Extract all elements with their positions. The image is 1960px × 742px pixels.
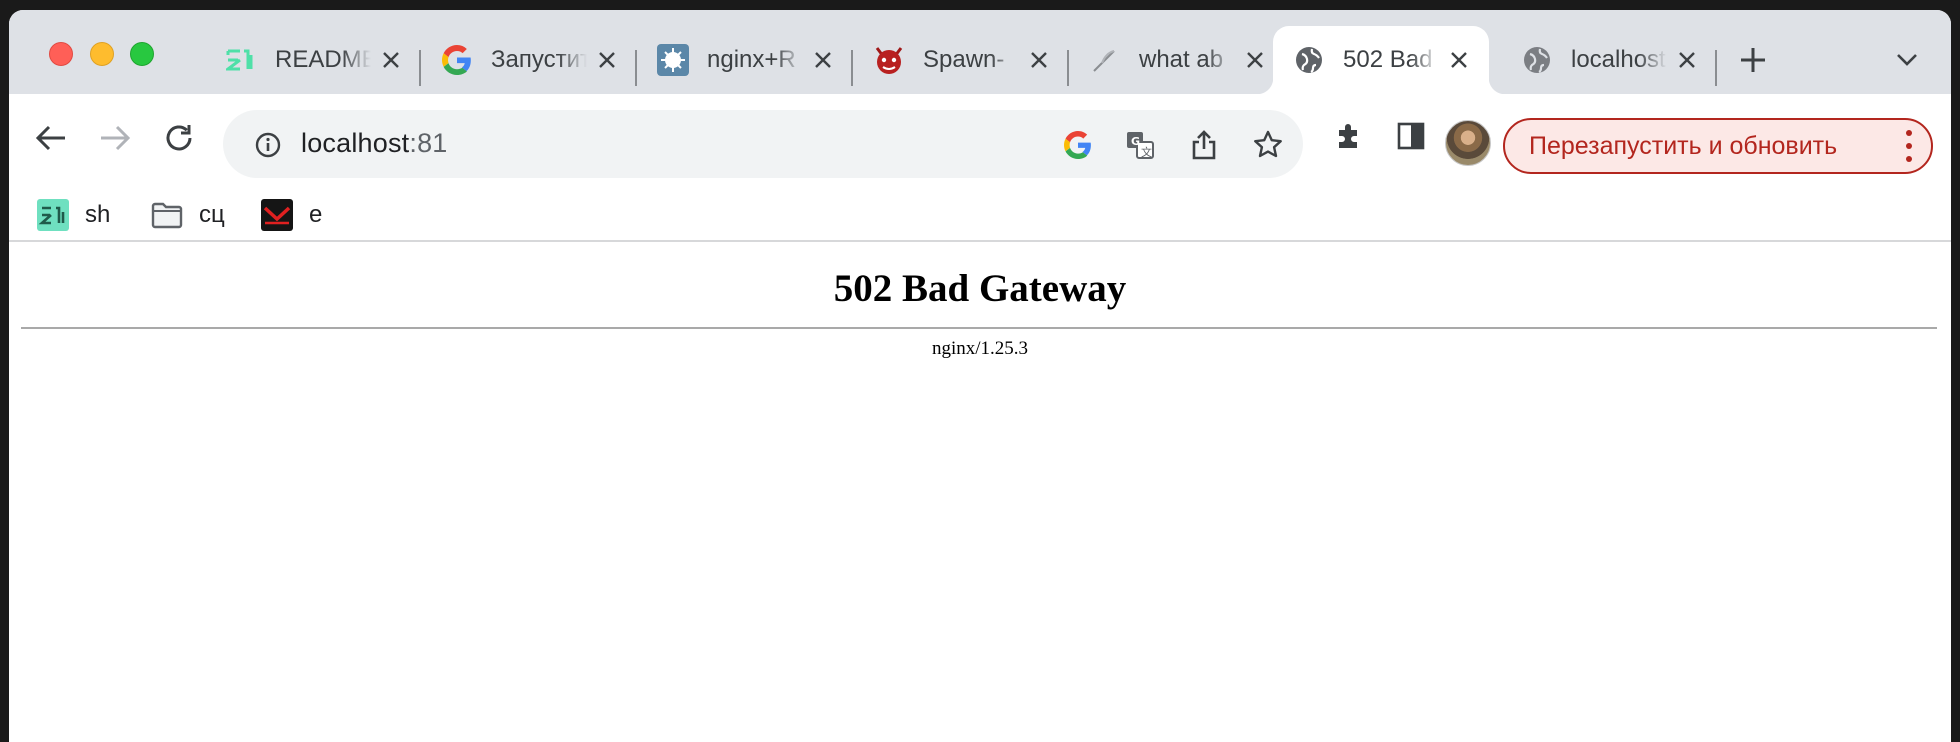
bookmark-folder[interactable]: сц [151, 198, 225, 232]
forward-arrow-icon [95, 118, 135, 158]
tab-separator [1715, 50, 1717, 86]
relaunch-update-button[interactable]: Перезапустить и обновить [1503, 118, 1933, 174]
divider [21, 327, 1937, 329]
devil-icon [873, 44, 905, 76]
url-port: :81 [409, 128, 448, 158]
share-icon[interactable] [1189, 130, 1219, 160]
server-signature: nginx/1.25.3 [931, 338, 1029, 359]
google-lens-icon[interactable] [1063, 130, 1093, 160]
tab-title: nginx+R [707, 46, 796, 73]
close-window-button[interactable] [49, 42, 73, 66]
browser-window: README Запустить nginx+R [9, 10, 1951, 742]
bookmarks-bar: sh сц e [9, 182, 1951, 242]
url-text[interactable]: localhost:81 [301, 128, 448, 159]
folder-icon [151, 199, 183, 231]
close-tab-icon[interactable] [1243, 48, 1267, 72]
zoom-window-button[interactable] [130, 42, 154, 66]
close-tab-icon[interactable] [1447, 48, 1471, 72]
page-title: 502 Bad Gateway [833, 267, 1127, 310]
close-tab-icon[interactable] [595, 48, 619, 72]
minimize-window-button[interactable] [90, 42, 114, 66]
tab-what-about[interactable]: what ab [1069, 26, 1285, 94]
bookmark-item[interactable]: sh [37, 198, 110, 232]
chevron-down-icon[interactable] [1893, 46, 1921, 74]
svg-text:G: G [1131, 135, 1140, 148]
globe-icon [1521, 44, 1553, 76]
tab-title: what ab [1139, 46, 1224, 73]
tab-title: localhost [1571, 46, 1666, 73]
address-bar[interactable]: localhost:81 G文 [223, 110, 1303, 178]
close-tab-icon[interactable] [379, 48, 403, 72]
info-icon[interactable] [255, 132, 281, 158]
close-tab-icon[interactable] [1027, 48, 1051, 72]
tab-title: Spawn- [923, 46, 1005, 73]
bookmark-label: sh [85, 201, 111, 228]
tab-google-search[interactable]: Запустить [421, 26, 637, 94]
close-tab-icon[interactable] [1675, 48, 1699, 72]
tab-502-bad-gateway[interactable]: 502 Bad [1257, 26, 1505, 94]
menu-kebab-icon[interactable] [1905, 130, 1913, 162]
bookmark-label: e [309, 201, 323, 228]
globe-icon [1293, 44, 1325, 76]
avatar[interactable] [1445, 120, 1491, 166]
bookmark-item[interactable]: e [261, 198, 322, 232]
feather-icon [1089, 44, 1121, 76]
tab-spawn[interactable]: Spawn- [853, 26, 1069, 94]
zed-icon [37, 199, 69, 231]
reload-icon[interactable] [159, 118, 199, 158]
google-icon [441, 44, 473, 76]
translate-icon[interactable]: G文 [1125, 130, 1155, 160]
bookmark-star-icon[interactable] [1253, 130, 1283, 160]
tab-readme[interactable]: README [205, 26, 421, 94]
tab-localhost[interactable]: localhost [1501, 26, 1717, 94]
new-tab-icon[interactable] [1737, 44, 1769, 76]
extensions-icon[interactable] [1331, 118, 1367, 154]
zed-icon [225, 44, 257, 76]
bookmark-label: сц [199, 201, 225, 228]
tab-title: Запустить [491, 46, 587, 73]
tab-title: 502 Bad [1343, 46, 1433, 73]
side-panel-icon[interactable] [1393, 118, 1429, 154]
page-content: 502 Bad Gateway nginx/1.25.3 [9, 244, 1951, 742]
tab-title: README [275, 46, 371, 73]
mail-icon [261, 199, 293, 231]
back-arrow-icon[interactable] [31, 118, 71, 158]
close-tab-icon[interactable] [811, 48, 835, 72]
nginx-splash-icon [657, 44, 689, 76]
url-host: localhost [301, 128, 410, 158]
svg-text:文: 文 [1141, 145, 1152, 159]
tab-nginx[interactable]: nginx+R [637, 26, 853, 94]
relaunch-label: Перезапустить и обновить [1529, 131, 1838, 160]
tab-strip: README Запустить nginx+R [9, 10, 1951, 94]
